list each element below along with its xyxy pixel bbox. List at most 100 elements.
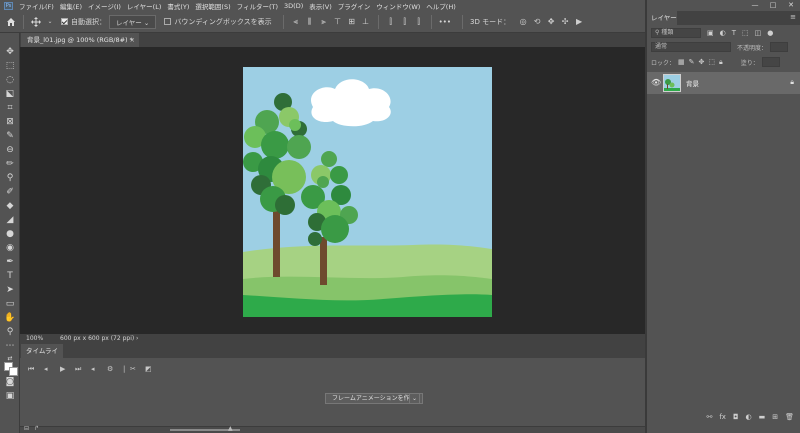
paint-bucket-tool-icon[interactable]: ◢: [3, 214, 17, 226]
more-tools-icon[interactable]: ⋯: [3, 340, 17, 352]
audio-icon[interactable]: ◂: [91, 365, 95, 373]
layer-row-background[interactable]: 👁︎ 背景 🔒︎: [647, 72, 800, 94]
status-menu-arrow[interactable]: ›: [136, 334, 138, 344]
bounding-box-option[interactable]: バウンディングボックスを表示: [164, 17, 272, 27]
opacity-field[interactable]: [770, 42, 789, 52]
menu-file[interactable]: ファイル(F): [19, 1, 54, 11]
orbit-3d-icon[interactable]: ◎: [518, 17, 528, 27]
document-tab[interactable]: 背景_l01.jpg @ 100% (RGB/8#) * ×: [21, 33, 139, 47]
split-scissors-icon[interactable]: ✂: [130, 365, 136, 373]
filter-shape-icon[interactable]: ⬚: [742, 29, 749, 37]
menu-layer[interactable]: レイヤー(L): [127, 1, 162, 11]
zoom-in-icon[interactable]: ▲: [228, 425, 233, 432]
dodge-tool-icon[interactable]: ◉: [3, 242, 17, 254]
distribute-center-icon[interactable]: ⫿: [400, 17, 410, 27]
minimize-button[interactable]: —: [746, 0, 764, 11]
pan-3d-icon[interactable]: ✥: [546, 17, 556, 27]
create-animation-dropdown[interactable]: ⌄: [409, 393, 420, 404]
new-layer-icon[interactable]: ⊞: [772, 413, 778, 421]
slide-3d-icon[interactable]: ✣: [560, 17, 570, 27]
align-bottom-icon[interactable]: ⊥: [361, 17, 371, 27]
zoom-tool-icon[interactable]: ⚲: [3, 326, 17, 338]
background-color-swatch[interactable]: [9, 367, 18, 376]
previous-frame-icon[interactable]: ◂: [44, 365, 48, 373]
lock-transparent-icon[interactable]: ▦: [678, 58, 685, 66]
blend-mode-dropdown[interactable]: 通常: [651, 42, 731, 52]
create-frame-animation-button[interactable]: フレームアニメーションを作成: [325, 393, 423, 404]
new-group-icon[interactable]: ▬: [759, 413, 766, 421]
menu-edit[interactable]: 編集(E): [60, 1, 82, 11]
hand-tool-icon[interactable]: ✋: [3, 312, 17, 324]
auto-select-target-dropdown[interactable]: レイヤー ⌄: [109, 14, 157, 29]
add-mask-icon[interactable]: ◘: [733, 413, 739, 421]
maximize-button[interactable]: □: [764, 0, 782, 11]
document-canvas-image[interactable]: [243, 67, 492, 317]
crop-tool-icon[interactable]: ⌗: [3, 102, 17, 114]
filter-smart-object-icon[interactable]: ◫: [755, 29, 762, 37]
zoom-level[interactable]: 100%: [26, 334, 43, 344]
timeline-options-icon[interactable]: ⊟: [24, 425, 29, 432]
menu-view[interactable]: 表示(V): [309, 1, 332, 11]
object-selection-tool-icon[interactable]: ⬕: [3, 88, 17, 100]
convert-icon[interactable]: ↱: [34, 425, 39, 432]
delete-layer-icon[interactable]: 🗑︎: [785, 413, 794, 421]
transition-icon[interactable]: ◩: [145, 365, 152, 373]
history-brush-tool-icon[interactable]: ✐: [3, 186, 17, 198]
timeline-tab[interactable]: タイムライン: [21, 344, 63, 369]
go-to-first-frame-icon[interactable]: ⏮: [28, 365, 34, 374]
eyedropper-tool-icon[interactable]: ✎: [3, 130, 17, 142]
blur-tool-icon[interactable]: ●: [3, 228, 17, 240]
filter-type-icon[interactable]: T: [732, 29, 736, 37]
layers-tab[interactable]: レイヤー: [647, 11, 677, 25]
screen-mode-icon[interactable]: ▣: [3, 390, 17, 402]
more-options-button[interactable]: •••: [439, 18, 451, 26]
link-layers-icon[interactable]: ⚯: [706, 413, 712, 421]
marquee-tool-icon[interactable]: ⬚: [3, 60, 17, 72]
lock-artboard-icon[interactable]: ⬚: [708, 58, 715, 66]
visibility-eye-icon[interactable]: 👁︎: [651, 78, 661, 87]
lock-pixels-icon[interactable]: ✎: [689, 58, 695, 66]
distribute-right-icon[interactable]: ⫿: [414, 17, 424, 27]
align-top-icon[interactable]: ⊤: [333, 17, 343, 27]
settings-gear-icon[interactable]: ⚙: [107, 365, 113, 373]
lock-position-icon[interactable]: ✥: [699, 58, 705, 66]
filter-adjustment-icon[interactable]: ◐: [720, 29, 726, 37]
close-document-icon[interactable]: ×: [130, 33, 135, 47]
path-selection-tool-icon[interactable]: ➤: [3, 284, 17, 296]
lock-all-icon[interactable]: 🔒︎: [719, 58, 723, 67]
menu-filter[interactable]: フィルター(T): [237, 1, 278, 11]
menu-help[interactable]: ヘルプ(H): [426, 1, 455, 11]
document-info[interactable]: 600 px x 600 px (72 ppi): [60, 334, 134, 344]
distribute-left-icon[interactable]: ⫿: [386, 17, 396, 27]
menu-image[interactable]: イメージ(I): [88, 1, 121, 11]
move-tool-icon[interactable]: ✥: [3, 46, 17, 58]
eraser-tool-icon[interactable]: ◆: [3, 200, 17, 212]
pen-tool-icon[interactable]: ✒: [3, 256, 17, 268]
lasso-tool-icon[interactable]: ◌: [3, 74, 17, 86]
auto-select-option[interactable]: 自動選択： レイヤー ⌄: [61, 14, 157, 29]
fill-field[interactable]: [761, 57, 780, 67]
chevron-down-icon[interactable]: ⌄: [45, 17, 55, 27]
align-middle-icon[interactable]: ⊞: [347, 17, 357, 27]
healing-brush-tool-icon[interactable]: ⊖: [3, 144, 17, 156]
quick-mask-icon[interactable]: ◙: [3, 376, 17, 388]
auto-select-checkbox[interactable]: [61, 18, 68, 25]
filter-toggle-icon[interactable]: ●: [767, 29, 773, 37]
adjustment-layer-icon[interactable]: ◐: [746, 413, 752, 421]
panel-menu-icon[interactable]: ≡: [790, 13, 796, 21]
menu-type[interactable]: 書式(Y): [167, 1, 189, 11]
frame-tool-icon[interactable]: ⊠: [3, 116, 17, 128]
layer-name[interactable]: 背景: [686, 78, 699, 88]
roll-3d-icon[interactable]: ⟲: [532, 17, 542, 27]
rectangle-tool-icon[interactable]: ▭: [3, 298, 17, 310]
menu-plugins[interactable]: プラグイン: [338, 1, 371, 11]
layer-kind-filter[interactable]: ⚲ 種類: [651, 28, 701, 38]
video-camera-icon[interactable]: ▶: [574, 17, 584, 27]
layer-style-fx-icon[interactable]: fx: [719, 413, 726, 421]
filter-pixel-icon[interactable]: ▣: [707, 29, 714, 37]
next-frame-icon[interactable]: ⏭: [75, 365, 81, 374]
move-tool-icon[interactable]: [31, 16, 41, 27]
type-tool-icon[interactable]: T: [3, 270, 17, 282]
align-right-icon[interactable]: ⫸: [319, 17, 329, 27]
home-icon[interactable]: [6, 17, 16, 27]
